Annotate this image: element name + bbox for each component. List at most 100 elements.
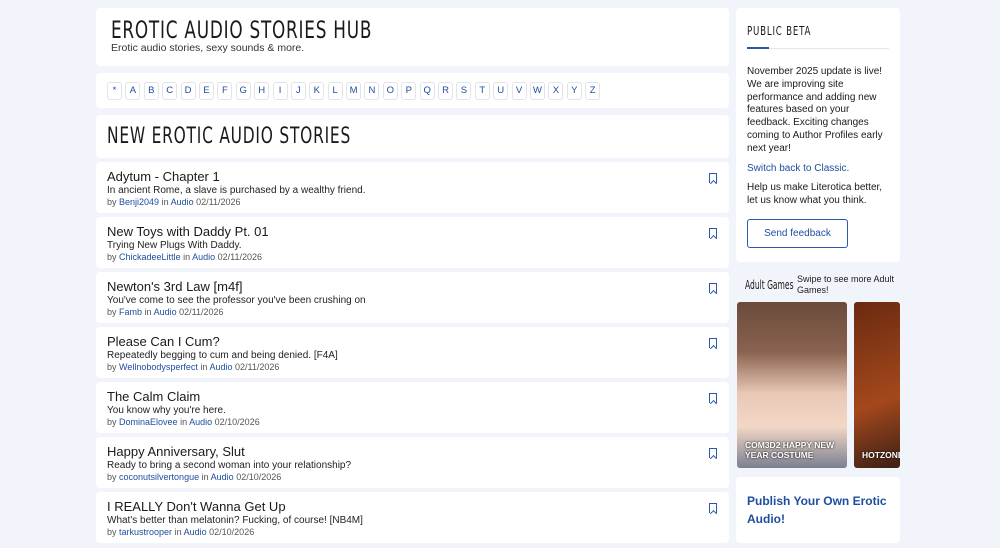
story-description: What's better than melatonin? Fucking, o… [107, 515, 363, 526]
author-link[interactable]: ChickadeeLittle [119, 252, 181, 262]
in-label: in [161, 197, 169, 207]
letter-link[interactable]: C [162, 81, 178, 100]
hub-header: EROTIC AUDIO STORIES HUB Erotic audio st… [96, 8, 729, 66]
switch-classic-link[interactable]: Switch back to Classic. [747, 163, 849, 174]
category-link[interactable]: Audio [192, 252, 215, 262]
by-label: by [107, 527, 117, 537]
story-item: I REALLY Don't Wanna Get Up What's bette… [96, 492, 729, 543]
bookmark-icon[interactable] [709, 228, 717, 238]
author-link[interactable]: coconutsilvertongue [119, 472, 199, 482]
letter-link[interactable]: H [254, 81, 270, 100]
adult-games-title: Adult Games [745, 278, 794, 292]
letter-link[interactable]: M [346, 81, 362, 100]
story-meta: by DominaElovee in Audio 02/10/2026 [107, 417, 260, 427]
story-item: The Calm Claim You know why you're here.… [96, 382, 729, 433]
in-label: in [200, 362, 208, 372]
letter-link[interactable]: F [217, 81, 233, 100]
letter-link[interactable]: K [309, 81, 325, 100]
story-meta: by coconutsilvertongue in Audio 02/10/20… [107, 472, 281, 482]
letter-link[interactable]: Z [585, 81, 601, 100]
letter-link[interactable]: S [456, 81, 472, 100]
letter-link[interactable]: B [143, 81, 159, 100]
game-title: HOTZONE [862, 450, 900, 460]
author-link[interactable]: Wellnobodysperfect [119, 362, 198, 372]
category-link[interactable]: Audio [184, 527, 207, 537]
letter-link[interactable]: V [511, 81, 527, 100]
letter-link[interactable]: D [180, 81, 196, 100]
by-label: by [107, 362, 117, 372]
story-title[interactable]: The Calm Claim [107, 389, 200, 404]
story-title[interactable]: Happy Anniversary, Slut [107, 444, 245, 459]
bookmark-icon[interactable] [709, 448, 717, 458]
bookmark-icon[interactable] [709, 283, 717, 293]
in-label: in [183, 252, 191, 262]
story-meta: by ChickadeeLittle in Audio 02/11/2026 [107, 252, 262, 262]
beta-title: PUBLIC BETA [747, 24, 812, 38]
author-link[interactable]: Famb [119, 307, 142, 317]
letter-link[interactable]: N [364, 81, 380, 100]
letter-link[interactable]: E [198, 81, 214, 100]
letter-link[interactable]: G [235, 81, 251, 100]
story-date: 02/10/2026 [236, 472, 282, 482]
publish-card: Publish Your Own Erotic Audio! [736, 477, 900, 543]
bookmark-icon[interactable] [709, 503, 717, 513]
section-header: NEW EROTIC AUDIO STORIES [96, 115, 729, 158]
category-link[interactable]: Audio [211, 472, 234, 482]
letter-link[interactable]: X [548, 81, 564, 100]
by-label: by [107, 252, 117, 262]
story-title[interactable]: Newton's 3rd Law [m4f] [107, 279, 242, 294]
by-label: by [107, 307, 117, 317]
bookmark-icon[interactable] [709, 393, 717, 403]
category-link[interactable]: Audio [189, 417, 212, 427]
page-subtitle: Erotic audio stories, sexy sounds & more… [111, 42, 305, 54]
story-title[interactable]: Please Can I Cum? [107, 334, 220, 349]
letter-link[interactable]: P [401, 81, 417, 100]
game-card[interactable]: HOTZONE [854, 302, 900, 468]
letter-link[interactable]: * [107, 81, 122, 100]
send-feedback-button[interactable]: Send feedback [747, 219, 848, 248]
bookmark-icon[interactable] [709, 338, 717, 348]
author-link[interactable]: tarkustrooper [119, 527, 172, 537]
story-description: You've come to see the professor you've … [107, 295, 366, 306]
story-item: Please Can I Cum? Repeatedly begging to … [96, 327, 729, 378]
in-label: in [180, 417, 188, 427]
story-item: Newton's 3rd Law [m4f] You've come to se… [96, 272, 729, 323]
letter-link[interactable]: A [125, 81, 141, 100]
category-link[interactable]: Audio [209, 362, 232, 372]
letter-link[interactable]: L [327, 81, 343, 100]
game-card[interactable]: COM3D2 HAPPY NEW YEAR COSTUME [737, 302, 847, 468]
letter-link[interactable]: Q [419, 81, 435, 100]
letter-link[interactable]: U [493, 81, 509, 100]
publish-link[interactable]: Publish Your Own Erotic Audio! [747, 492, 892, 528]
letter-link[interactable]: J [290, 81, 306, 100]
story-meta: by Benji2049 in Audio 02/11/2026 [107, 197, 241, 207]
category-link[interactable]: Audio [154, 307, 177, 317]
section-title: NEW EROTIC AUDIO STORIES [107, 124, 352, 149]
author-link[interactable]: Benji2049 [119, 197, 159, 207]
by-label: by [107, 197, 117, 207]
by-label: by [107, 472, 117, 482]
category-link[interactable]: Audio [171, 197, 194, 207]
story-date: 02/11/2026 [217, 252, 263, 262]
divider [747, 47, 889, 49]
story-title[interactable]: I REALLY Don't Wanna Get Up [107, 499, 286, 514]
story-item: Adytum - Chapter 1 In ancient Rome, a sl… [96, 162, 729, 213]
story-date: 02/11/2026 [235, 362, 280, 372]
author-link[interactable]: DominaElovee [119, 417, 178, 427]
story-meta: by Famb in Audio 02/11/2026 [107, 307, 224, 317]
letter-link[interactable]: O [382, 81, 398, 100]
story-item: New Toys with Daddy Pt. 01 Trying New Pl… [96, 217, 729, 268]
letter-link[interactable]: T [474, 81, 490, 100]
letter-link[interactable]: W [529, 81, 545, 100]
story-title[interactable]: New Toys with Daddy Pt. 01 [107, 224, 269, 239]
story-title[interactable]: Adytum - Chapter 1 [107, 169, 220, 184]
letter-link[interactable]: I [272, 81, 288, 100]
letter-link[interactable]: R [438, 81, 454, 100]
swipe-hint: Swipe to see more Adult Games! [797, 274, 895, 295]
bookmark-icon[interactable] [709, 173, 717, 183]
story-date: 02/11/2026 [179, 307, 224, 317]
by-label: by [107, 417, 117, 427]
letter-link[interactable]: Y [566, 81, 582, 100]
public-beta-panel: PUBLIC BETA November 2025 update is live… [736, 8, 900, 262]
story-item: Happy Anniversary, Slut Ready to bring a… [96, 437, 729, 488]
